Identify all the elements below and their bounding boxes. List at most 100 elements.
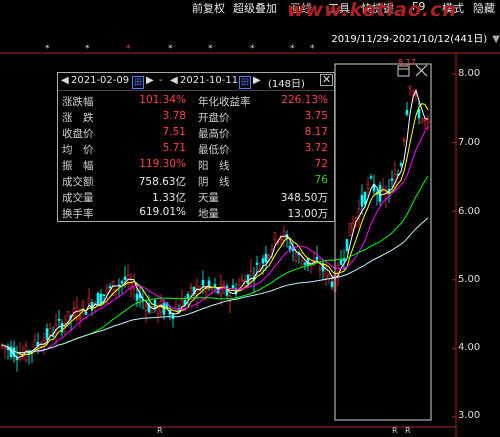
candle-body [318,267,322,270]
candle-body [153,299,157,308]
candle-body [366,183,370,189]
close-icon[interactable]: ✕ [320,74,334,86]
candle-body [78,316,82,320]
candle-body [99,293,103,304]
stat-label: 换手率 [62,208,94,220]
candle-body [105,287,109,294]
date-separator: - [159,75,163,86]
y-tick-label: 3.00 [458,410,481,421]
panel-icon [397,65,410,77]
candle-body [411,90,415,95]
stat-value: 8.17 [304,126,328,138]
candle-body [426,119,430,123]
stat-value: 5.71 [162,142,186,154]
candle-body [246,274,250,285]
candle-body [339,260,343,265]
calendar-icon[interactable]: 田 [132,76,144,89]
candle-body [51,335,55,337]
candle-body [315,256,319,261]
stat-label: 成交额 [62,176,94,188]
stat-label: 成交量 [62,192,94,204]
candle-body [303,262,307,265]
candle-body [120,281,124,284]
day-count: (148日) [268,79,305,90]
candle-body [225,285,229,296]
stat-value: 3.72 [304,142,328,154]
stat-value: 758.63亿 [138,176,186,188]
candle-body [390,178,394,181]
y-tick-label: 5.00 [458,274,481,285]
prev-start-arrow-icon[interactable]: ◀ [61,75,69,86]
y-tick-label: 4.00 [458,342,481,353]
calendar-icon[interactable]: 田 [239,76,251,89]
stat-value: 13.00万 [287,208,328,220]
candle-body [81,301,85,307]
candle-body [96,293,100,305]
candle-body [369,176,373,179]
stat-value: 348.50万 [280,192,328,204]
stat-label: 均 价 [62,144,94,156]
candle-body [300,260,304,268]
stat-value: 1.33亿 [152,192,186,204]
candle-body [408,86,412,89]
candle-body [123,276,127,281]
y-tick-label: 7.00 [458,137,481,148]
candle-body [264,253,268,263]
candle-body [420,117,424,123]
end-date[interactable]: 2021-10-11 [180,75,238,86]
candle-body [45,328,49,340]
candle-body [255,262,259,265]
candle-body [405,110,409,115]
stat-label: 最低价 [198,144,230,156]
stat-label: 地量 [198,208,219,220]
candle-body [249,271,253,276]
panel-header: ◀ 2021-02-09 田 ▶ - ◀ 2021-10-11 田 ▶ (148… [58,73,334,91]
candle-body [294,253,298,261]
candle-body [201,279,205,286]
stat-label: 收盘价 [62,128,94,140]
candle-body [330,281,334,288]
stat-label: 阴 线 [198,176,230,188]
close-icon [415,64,428,77]
stat-label: 阳 线 [198,160,230,172]
candle-body [189,287,193,289]
candle-body [3,346,7,349]
next-start-arrow-icon[interactable]: ▶ [146,75,154,86]
candle-body [360,194,364,207]
stat-value: 619.01% [139,206,186,218]
candle-body [129,282,133,287]
candle-body [87,298,91,305]
r-marker: R [405,426,411,435]
next-end-arrow-icon[interactable]: ▶ [253,75,261,86]
interval-stats-panel: ◀ 2021-02-09 田 ▶ - ◀ 2021-10-11 田 ▶ (148… [57,72,335,222]
candle-body [363,191,367,205]
candle-body [210,287,214,290]
range-selection-box [334,63,432,421]
stat-label: 最高价 [198,128,230,140]
start-date[interactable]: 2021-02-09 [71,75,129,86]
y-tick-label: 6.00 [458,206,481,217]
stat-label: 开盘价 [198,112,230,124]
candle-body [57,318,61,321]
stat-label: 涨跌幅 [62,96,94,108]
stat-value: 7.51 [162,126,186,138]
candle-body [348,222,352,236]
r-marker: R [157,426,163,435]
stat-label: 涨 跌 [62,112,94,124]
candle-body [240,279,244,282]
stat-value: 3.75 [304,110,328,122]
candle-body [261,258,265,264]
candle-body [144,304,148,311]
candle-body [273,232,277,241]
y-tick-label: 8.00 [458,68,481,79]
candle-body [399,163,403,166]
candle-body [417,109,421,119]
candle-body [48,327,52,336]
prev-end-arrow-icon[interactable]: ◀ [170,75,178,86]
stat-value: 72 [314,158,328,170]
stat-value: 76 [314,174,328,186]
candle-body [102,294,106,296]
stat-value: 101.34% [139,94,186,106]
stat-value: 226.13% [281,94,328,106]
stat-value: 119.30% [139,158,186,170]
